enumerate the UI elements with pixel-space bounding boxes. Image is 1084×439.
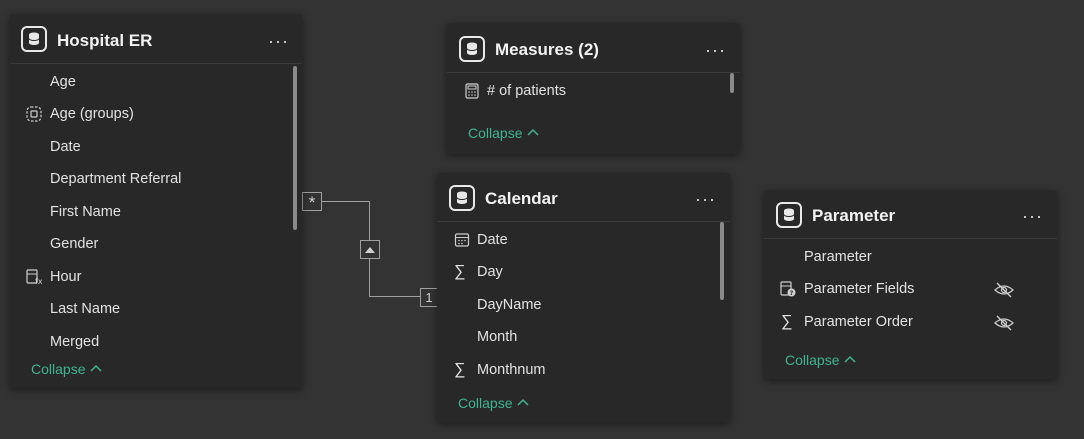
collapse-label: Collapse bbox=[458, 395, 513, 411]
field-item[interactable]: # of patients bbox=[487, 83, 566, 99]
collapse-label: Collapse bbox=[785, 352, 840, 368]
field-item[interactable]: Monthnum bbox=[477, 362, 546, 378]
chevron-up-icon bbox=[517, 398, 529, 406]
scrollbar[interactable] bbox=[293, 66, 297, 230]
hidden-eye-icon[interactable] bbox=[994, 282, 1014, 298]
more-options-button[interactable]: ··· bbox=[705, 41, 726, 59]
field-item[interactable]: Age bbox=[50, 74, 76, 90]
collapse-label: Collapse bbox=[31, 361, 86, 377]
collapse-button[interactable]: Collapse bbox=[458, 395, 530, 411]
database-icon bbox=[459, 36, 485, 62]
filter-direction-marker[interactable] bbox=[360, 240, 380, 259]
field-item[interactable]: Age (groups) bbox=[50, 106, 134, 122]
chevron-up-icon bbox=[527, 128, 539, 136]
arrow-up-icon bbox=[365, 247, 375, 253]
chevron-up-icon bbox=[844, 355, 856, 363]
hidden-eye-icon[interactable] bbox=[994, 315, 1014, 331]
table-title: Calendar bbox=[485, 189, 558, 208]
field-item[interactable]: Month bbox=[477, 329, 517, 345]
field-item[interactable]: Gender bbox=[50, 236, 98, 252]
field-item[interactable]: Parameter Fields bbox=[804, 281, 914, 297]
sigma-icon: ∑ bbox=[454, 361, 466, 378]
calculator-icon bbox=[465, 83, 479, 99]
table-card-header[interactable]: Calendar ··· bbox=[437, 173, 730, 222]
field-item[interactable]: Merged bbox=[50, 334, 99, 350]
table-card-header[interactable]: Hospital ER ··· bbox=[10, 14, 302, 64]
calculated-column-icon: fx bbox=[26, 269, 42, 285]
more-options-button[interactable]: ··· bbox=[695, 190, 716, 208]
collapse-label: Collapse bbox=[468, 125, 523, 141]
field-item[interactable]: Hour bbox=[50, 269, 81, 285]
field-item[interactable]: Day bbox=[477, 264, 503, 280]
table-title: Parameter bbox=[812, 206, 896, 225]
sigma-icon: ∑ bbox=[454, 263, 466, 280]
field-parameter-icon: ? bbox=[780, 281, 796, 297]
table-card-hospital-er[interactable]: Hospital ER ··· Age Age (groups) Date De… bbox=[10, 14, 302, 388]
svg-text:?: ? bbox=[790, 290, 794, 297]
sigma-icon: ∑ bbox=[781, 313, 793, 330]
collapse-button[interactable]: Collapse bbox=[31, 361, 103, 377]
group-icon bbox=[26, 106, 42, 122]
svg-text:fx: fx bbox=[35, 277, 42, 285]
more-options-button[interactable]: ··· bbox=[1022, 207, 1043, 225]
database-icon bbox=[21, 26, 47, 52]
one-cardinality-marker: 1 bbox=[420, 288, 438, 307]
field-item[interactable]: DayName bbox=[477, 297, 541, 313]
more-options-button[interactable]: ··· bbox=[268, 32, 289, 50]
table-title: Measures (2) bbox=[495, 40, 599, 59]
field-item[interactable]: Last Name bbox=[50, 301, 120, 317]
table-card-header[interactable]: Measures (2) ··· bbox=[447, 23, 740, 73]
field-item[interactable]: Department Referral bbox=[50, 171, 181, 187]
database-icon bbox=[776, 202, 802, 228]
many-cardinality-marker: * bbox=[302, 192, 322, 212]
chevron-up-icon bbox=[90, 364, 102, 372]
field-item[interactable]: Date bbox=[477, 232, 508, 248]
field-item[interactable]: Parameter Order bbox=[804, 314, 913, 330]
collapse-button[interactable]: Collapse bbox=[785, 352, 857, 368]
field-item[interactable]: Date bbox=[50, 139, 81, 155]
scrollbar[interactable] bbox=[720, 222, 724, 300]
table-card-header[interactable]: Parameter ··· bbox=[764, 190, 1057, 239]
table-card-parameter[interactable]: Parameter ··· Parameter ? Parameter Fiel… bbox=[764, 190, 1057, 379]
database-icon bbox=[449, 185, 475, 211]
table-title: Hospital ER bbox=[57, 31, 153, 50]
table-card-calendar[interactable]: Calendar ··· Date ∑ Day DayName Month ∑ … bbox=[437, 173, 730, 422]
scrollbar[interactable] bbox=[730, 73, 734, 93]
table-card-measures[interactable]: Measures (2) ··· # of patients Collapse bbox=[447, 23, 740, 154]
collapse-button[interactable]: Collapse bbox=[468, 125, 540, 141]
field-item[interactable]: Parameter bbox=[804, 249, 872, 265]
calendar-icon bbox=[454, 233, 470, 247]
field-item[interactable]: First Name bbox=[50, 204, 121, 220]
